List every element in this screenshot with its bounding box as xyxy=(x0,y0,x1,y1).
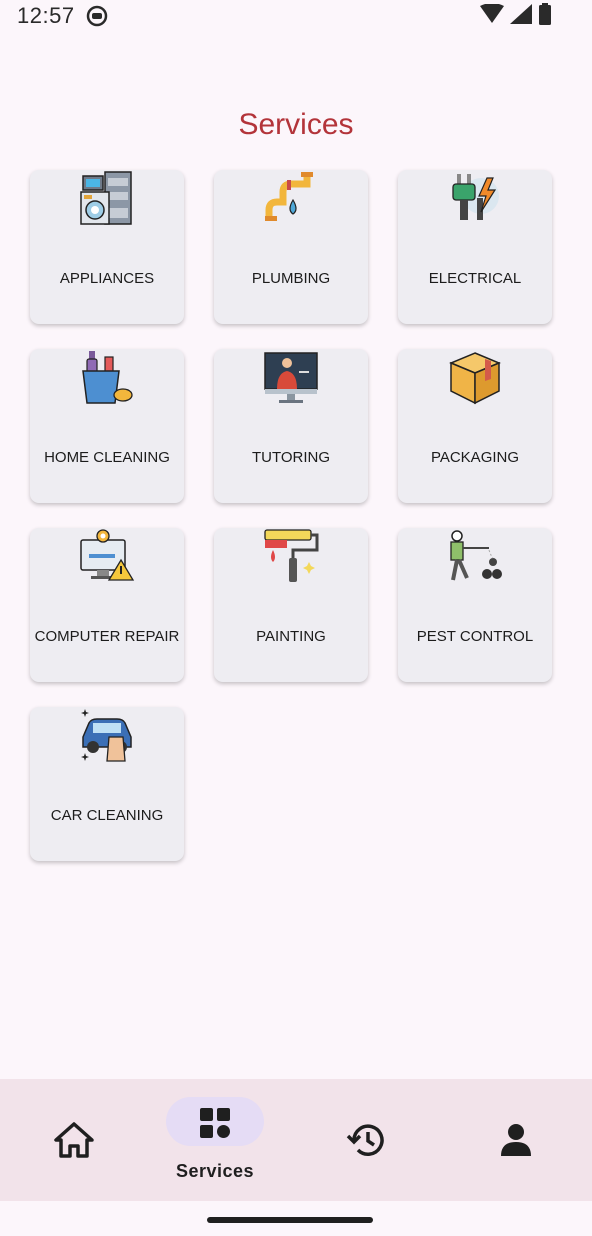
page-title: Services xyxy=(238,108,354,141)
service-card-label: ELECTRICAL xyxy=(428,270,522,287)
battery-icon xyxy=(539,3,551,25)
service-card-label: PACKAGING xyxy=(430,449,520,466)
service-card-painting[interactable]: PAINTING xyxy=(214,528,368,682)
service-card-label: COMPUTER REPAIR xyxy=(34,628,180,645)
paint-roller-icon xyxy=(264,529,319,582)
signal-icon xyxy=(510,4,532,24)
pest-spray-icon xyxy=(450,530,502,581)
washing-machine-icon xyxy=(80,171,132,225)
nav-item-services[interactable]: Services xyxy=(141,1079,289,1201)
pipe-leak-icon xyxy=(265,172,313,221)
wifi-icon xyxy=(480,4,504,23)
service-card-computer-repair[interactable]: COMPUTER REPAIR xyxy=(30,528,184,682)
home-icon xyxy=(54,1122,94,1158)
app-notification-icon xyxy=(86,5,108,27)
service-card-electrical[interactable]: ELECTRICAL xyxy=(398,170,552,324)
nav-label-services: Services xyxy=(175,1161,255,1181)
service-card-plumbing[interactable]: PLUMBING xyxy=(214,170,368,324)
nav-item-profile[interactable] xyxy=(442,1079,590,1201)
service-card-home-cleaning[interactable]: HOME CLEANING xyxy=(30,349,184,503)
history-icon xyxy=(346,1124,384,1156)
service-card-packaging[interactable]: PACKAGING xyxy=(398,349,552,503)
service-card-label: CAR CLEANING xyxy=(50,807,164,824)
car-wash-icon xyxy=(81,709,132,762)
status-time: 12:57 xyxy=(17,3,75,28)
services-grid: APPLIANCES PLUMBING ELECTRICAL HOME CLEA… xyxy=(30,170,552,861)
service-card-appliances[interactable]: APPLIANCES xyxy=(30,170,184,324)
service-card-label: TUTORING xyxy=(251,449,331,466)
service-card-car-cleaning[interactable]: CAR CLEANING xyxy=(30,707,184,861)
computer-repair-icon xyxy=(80,529,135,581)
status-bar: 12:57 xyxy=(0,0,592,32)
grid-icon xyxy=(200,1108,230,1138)
service-card-label: PLUMBING xyxy=(251,270,331,287)
nav-item-history[interactable] xyxy=(292,1079,440,1201)
service-card-label: HOME CLEANING xyxy=(44,449,170,466)
gesture-home-indicator[interactable] xyxy=(207,1217,373,1223)
service-card-label: PEST CONTROL xyxy=(416,628,534,645)
service-card-tutoring[interactable]: TUTORING xyxy=(214,349,368,503)
service-card-label: APPLIANCES xyxy=(59,270,155,287)
service-card-label: PAINTING xyxy=(256,628,326,645)
teacher-screen-icon xyxy=(264,352,318,403)
box-icon xyxy=(449,352,501,405)
bottom-navigation: Services xyxy=(0,1079,592,1201)
nav-item-home[interactable] xyxy=(0,1079,148,1201)
plug-lightning-icon xyxy=(452,174,499,220)
service-card-pest-control[interactable]: PEST CONTROL xyxy=(398,528,552,682)
person-icon xyxy=(501,1124,531,1156)
cleaning-bucket-icon xyxy=(82,351,133,404)
